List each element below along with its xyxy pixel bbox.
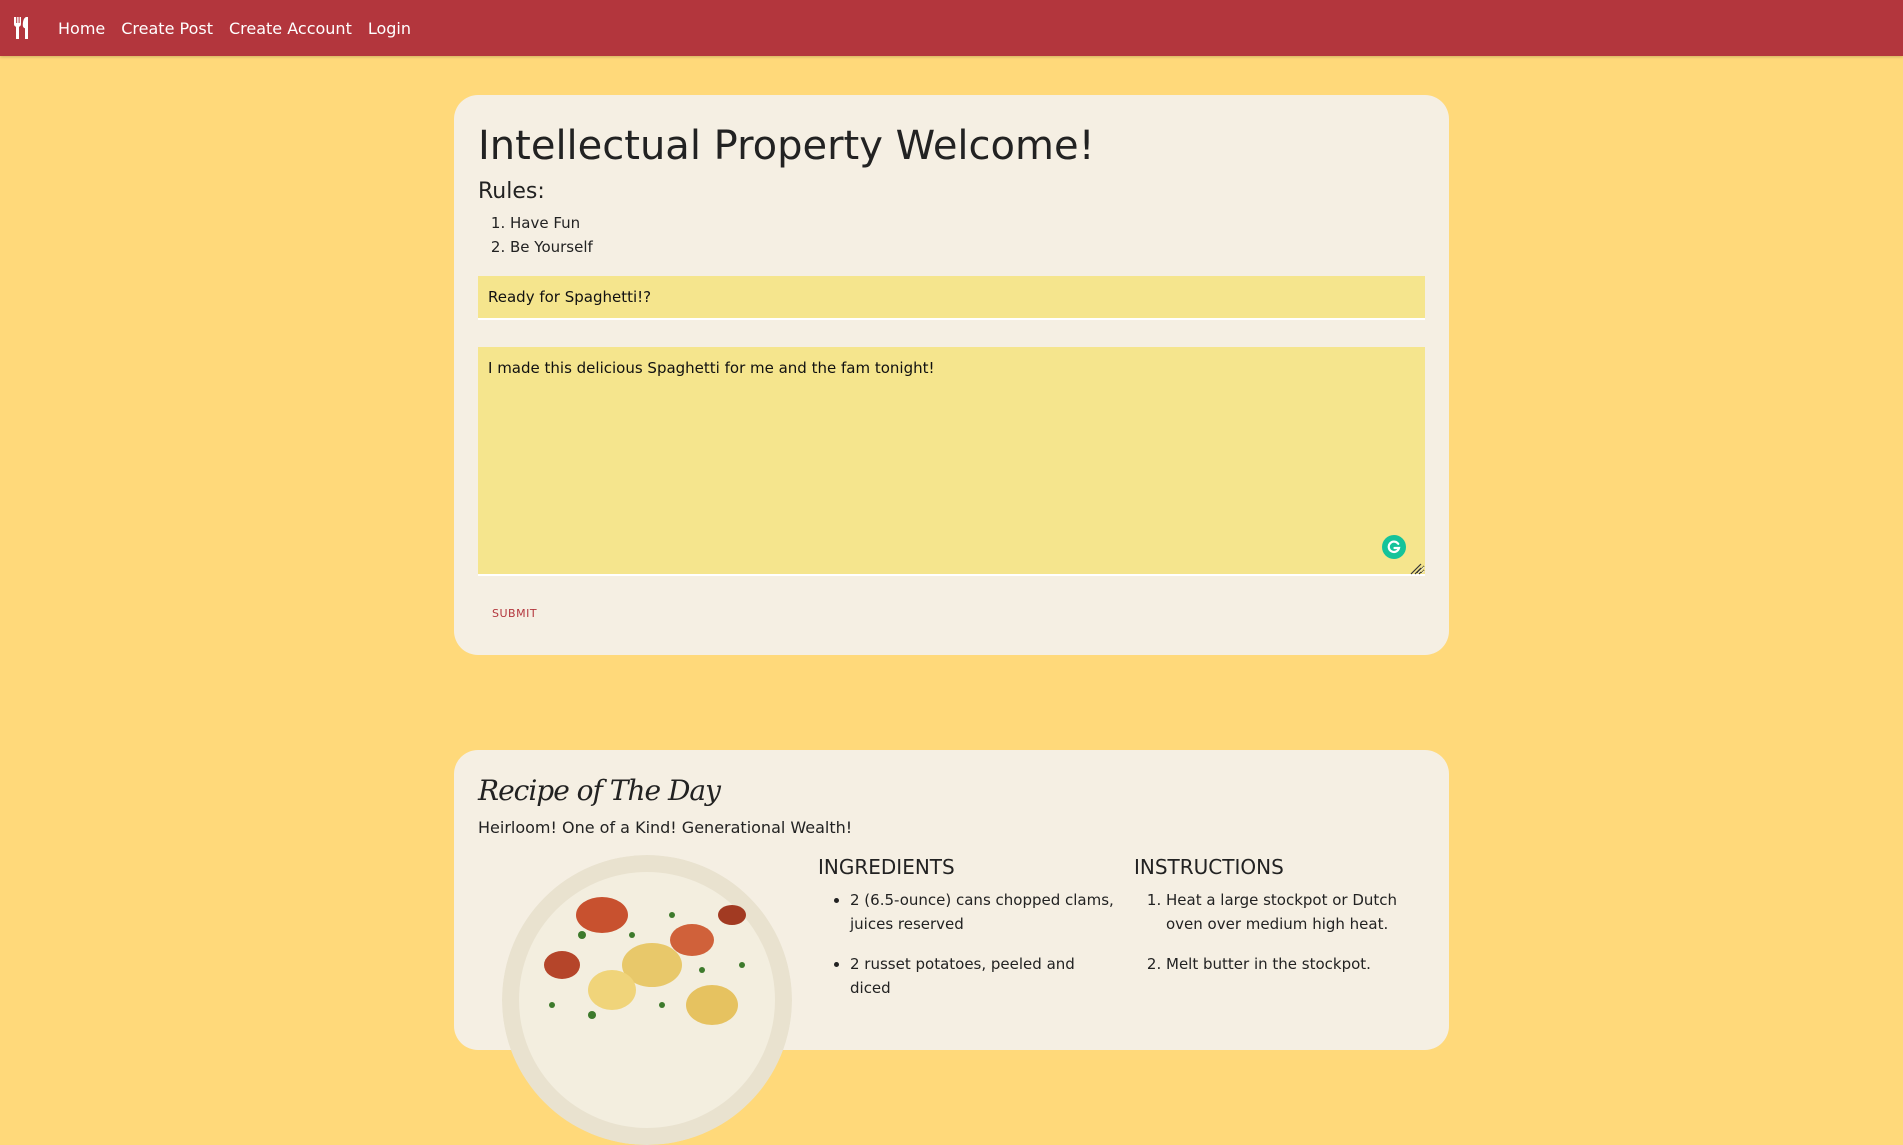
rule-item: Have Fun <box>510 211 593 235</box>
submit-button[interactable]: SUBMIT <box>478 601 551 626</box>
page-title: Intellectual Property Welcome! <box>478 123 1095 169</box>
nav-login[interactable]: Login <box>368 19 411 38</box>
brand-logo[interactable] <box>2 0 42 56</box>
fork-knife-icon <box>14 17 28 39</box>
ingredients-list: 2 (6.5-ounce) cans chopped clams, juices… <box>818 888 1115 1016</box>
ingredient-item: 2 (6.5-ounce) cans chopped clams, juices… <box>850 888 1115 936</box>
instruction-item: Heat a large stockpot or Dutch oven over… <box>1166 888 1431 936</box>
rules-heading: Rules: <box>478 179 545 204</box>
top-navbar: Home Create Post Create Account Login <box>0 0 1903 56</box>
grammarly-icon[interactable] <box>1382 535 1406 559</box>
instructions-list: Heat a large stockpot or Dutch oven over… <box>1134 888 1431 992</box>
recipe-subtitle: Heirloom! One of a Kind! Generational We… <box>478 818 853 837</box>
post-body-textarea[interactable]: I made this delicious Spaghetti for me a… <box>478 347 1425 576</box>
nav-create-account[interactable]: Create Account <box>229 19 352 38</box>
instruction-item: Melt butter in the stockpot. <box>1166 952 1431 976</box>
ingredients-heading: INGREDIENTS <box>818 855 955 879</box>
ingredient-item: 2 russet potatoes, peeled and diced <box>850 952 1115 1000</box>
post-title-input[interactable] <box>478 276 1425 320</box>
nav-home[interactable]: Home <box>58 19 105 38</box>
instructions-heading: INSTRUCTIONS <box>1134 855 1284 879</box>
nav-create-post[interactable]: Create Post <box>121 19 213 38</box>
resize-handle-icon[interactable] <box>1408 561 1422 575</box>
dish-image <box>502 855 792 1145</box>
recipe-title: Recipe of The Day <box>478 774 721 807</box>
rules-list: Have Fun Be Yourself <box>478 211 593 259</box>
rule-item: Be Yourself <box>510 235 593 259</box>
create-post-card: Intellectual Property Welcome! Rules: Ha… <box>454 95 1449 655</box>
recipe-card: Recipe of The Day Heirloom! One of a Kin… <box>454 750 1449 1145</box>
